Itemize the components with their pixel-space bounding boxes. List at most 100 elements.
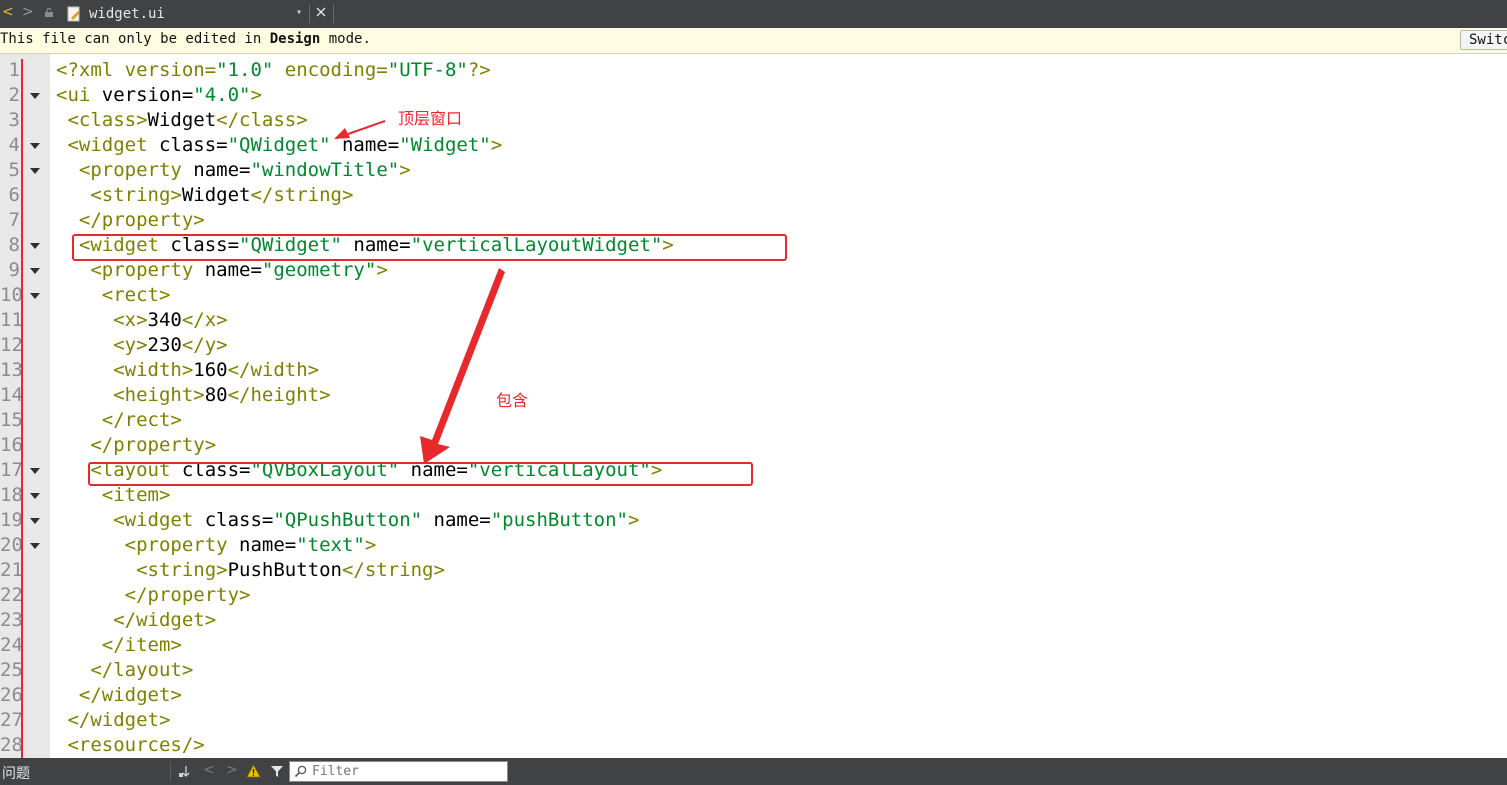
fold-arrow-icon[interactable] [30,493,40,499]
code-token: <class> [56,109,148,131]
line-number: 15 [0,409,23,431]
divider [170,762,171,781]
code-token: > [376,259,388,281]
code-token: "Widget" [399,134,491,156]
code-token: </string> [341,559,445,581]
code-token: "QWidget" [227,134,331,156]
code-token: </widget> [56,684,182,706]
code-line[interactable]: <rect> [56,283,171,308]
code-token: <property [56,534,240,556]
fold-arrow-icon[interactable] [30,93,40,99]
code-line[interactable]: <class>Widget</class> [56,108,308,133]
code-token: "4.0" [193,84,251,106]
fold-arrow-icon[interactable] [30,293,40,299]
line-number: 12 [0,334,23,356]
code-line[interactable]: </widget> [56,683,182,708]
info-message: This file can only be edited in Design m… [0,31,371,47]
close-icon[interactable] [314,5,328,19]
code-token: name= [193,159,251,181]
code-token: class= [204,509,274,531]
switch-mode-button[interactable]: Switch mode [1460,30,1507,50]
code-line[interactable]: <width>160</width> [56,358,319,383]
text-editor[interactable]: 1 <?xml version="1.0" encoding="UTF-8"?> 2… [0,54,1507,758]
code-line[interactable]: </widget> [56,608,216,633]
issues-panel-bar: 问题 < > [0,758,1507,785]
code-token: 340 [147,309,182,331]
fold-arrow-icon[interactable] [30,143,40,149]
code-line[interactable]: <item> [56,483,171,508]
back-arrow-icon[interactable]: < [2,4,14,20]
editor-tab-bar: < > widget.ui ▾ [0,0,1507,28]
annotation-contains: 包含 [496,391,529,410]
code-token: </widget> [56,609,217,631]
code-token: </layout> [56,659,194,681]
code-line[interactable]: <resources/> [56,733,204,758]
code-line[interactable]: <property name="geometry"> [56,258,388,283]
highlight-box-vertical-layout [88,462,753,486]
code-line[interactable]: <y>230</y> [56,333,227,358]
code-line[interactable]: <string>Widget</string> [56,183,353,208]
code-token: > [490,134,503,156]
line-number: 9 [8,259,20,281]
fold-arrow-icon[interactable] [30,518,40,524]
code-token: </class> [216,109,308,131]
design-mode-info-bar: This file can only be edited in Design m… [0,28,1507,54]
filter-input[interactable] [312,763,502,780]
code-line[interactable]: <widget class="QWidget" name="Widget"> [56,133,502,158]
panel-title-issues[interactable]: 问题 [2,763,30,783]
code-token: "windowTitle" [250,159,400,181]
code-line[interactable]: <height>80</height> [56,383,330,408]
previous-arrow-icon[interactable]: < [203,762,215,778]
code-token: <width> [56,359,194,381]
code-line[interactable]: </rect> [56,408,182,433]
tab-file-name[interactable]: widget.ui [89,6,165,22]
line-number: 27 [0,709,23,731]
filter-field[interactable] [289,761,508,782]
code-line[interactable]: </property> [56,433,216,458]
chevron-down-icon[interactable]: ▾ [296,7,302,18]
code-token: "QPushButton" [273,509,423,531]
code-token: "geometry" [261,259,377,281]
code-line[interactable]: <?xml version="1.0" encoding="UTF-8"?> [56,58,491,83]
line-number: 19 [0,509,23,531]
fold-arrow-icon[interactable] [30,168,40,174]
code-line[interactable]: <x>340</x> [56,308,227,333]
code-line[interactable]: <property name="text"> [56,533,377,558]
fold-arrow-icon[interactable] [30,468,40,474]
code-token: > [628,509,640,531]
code-line[interactable]: <ui version="4.0"> [56,83,262,108]
code-token: PushButton [227,559,342,581]
line-number: 16 [0,434,23,456]
filter-icon[interactable] [270,765,284,778]
line-number: 1 [8,59,20,81]
code-line[interactable]: </widget> [56,708,170,733]
forward-arrow-icon[interactable]: > [22,4,34,20]
code-line[interactable]: </property> [56,583,251,608]
line-number: 21 [0,559,23,581]
sort-icon[interactable] [178,764,192,778]
code-token: class= [158,134,228,156]
code-line[interactable]: <string>PushButton</string> [56,558,445,583]
line-number: 20 [0,534,23,556]
line-number: 2 [8,84,20,106]
code-token: </property> [56,209,205,231]
fold-arrow-icon[interactable] [30,243,40,249]
highlight-box-vertical-layout-widget [72,234,787,261]
code-line[interactable]: </item> [56,633,182,658]
code-line[interactable]: </layout> [56,658,193,683]
code-line[interactable]: <property name="windowTitle"> [56,158,411,183]
annotation-top-level-window: 顶层窗口 [398,109,463,128]
code-line[interactable]: </property> [56,208,205,233]
next-arrow-icon[interactable]: > [226,762,238,778]
warning-icon[interactable] [246,764,261,778]
code-token: <item> [56,484,171,506]
code-token: </widget> [56,709,171,731]
code-token: </width> [227,359,320,381]
code-token: <ui [56,84,102,106]
line-number: 26 [0,684,23,706]
fold-arrow-icon[interactable] [30,543,40,549]
code-token: "UTF-8" [387,59,468,81]
code-token: <?xml version= [56,59,217,81]
fold-arrow-icon[interactable] [30,268,40,274]
code-line[interactable]: <widget class="QPushButton" name="pushBu… [56,508,639,533]
